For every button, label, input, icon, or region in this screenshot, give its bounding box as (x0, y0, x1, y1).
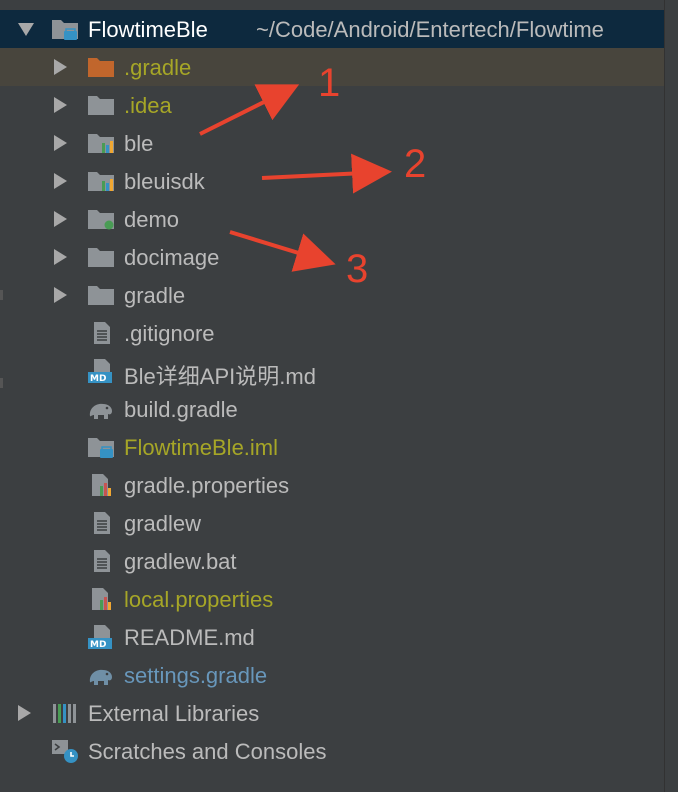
tree-item-label: gradle.properties (124, 473, 290, 498)
chevron-down-icon[interactable] (18, 23, 34, 36)
tree-item-label: .idea (124, 93, 172, 118)
tree-item[interactable]: local.properties (0, 580, 664, 618)
tree-item-label: settings.gradle (124, 663, 268, 688)
tree-item[interactable]: .gradle (0, 48, 664, 86)
chevron-right-icon[interactable] (54, 59, 67, 75)
folder-icon (86, 54, 116, 80)
folder-icon (86, 282, 116, 308)
tree-item[interactable]: gradle.properties (0, 466, 664, 504)
svg-text:MD: MD (90, 640, 106, 650)
tree-item[interactable]: .idea (0, 86, 664, 124)
app-module-icon (86, 206, 116, 232)
tree-item[interactable]: MD Ble详细API说明.md (0, 352, 664, 390)
text-file-icon (86, 320, 116, 346)
tree-item-label: .gitignore (124, 321, 215, 346)
svg-text:MD: MD (90, 374, 106, 384)
tree-item[interactable]: gradlew (0, 504, 664, 542)
chevron-right-icon[interactable] (54, 249, 67, 265)
scrollbar[interactable] (664, 0, 678, 792)
tree-item[interactable]: .gitignore (0, 314, 664, 352)
tree-item-label: local.properties (124, 587, 274, 612)
gradle-elephant-icon (86, 662, 116, 688)
chevron-right-icon[interactable] (54, 287, 67, 303)
tree-item-label: demo (124, 207, 180, 232)
tree-item-label: gradle (124, 283, 186, 308)
tree-item-label: FlowtimeBle (88, 17, 208, 42)
tree-item[interactable]: settings.gradle (0, 656, 664, 694)
tree-item-label: docimage (124, 245, 220, 270)
tree-item-label: External Libraries (88, 701, 260, 726)
tree-item[interactable]: FlowtimeBle.iml (0, 428, 664, 466)
text-file-icon (86, 510, 116, 536)
tree-footer-item[interactable]: External Libraries (0, 694, 664, 732)
tree-item[interactable]: gradle (0, 276, 664, 314)
folder-icon (86, 92, 116, 118)
tree-item[interactable]: build.gradle (0, 390, 664, 428)
left-gutter-mark (0, 378, 3, 388)
text-file-icon (86, 548, 116, 574)
tree-item-label: FlowtimeBle.iml (124, 435, 279, 460)
left-gutter-mark (0, 290, 3, 300)
tree-item-label: gradlew.bat (124, 549, 237, 574)
folder-icon (86, 244, 116, 270)
chevron-right-icon[interactable] (54, 97, 67, 113)
tree-item[interactable]: gradlew.bat (0, 542, 664, 580)
gradle-elephant-icon (86, 396, 116, 422)
properties-file-icon (86, 586, 116, 612)
tree-item-label: Ble详细API说明.md (124, 364, 316, 389)
tree-item-label: Scratches and Consoles (88, 739, 327, 764)
project-path: ~/Code/Android/Entertech/Flowtime (256, 17, 604, 42)
chevron-right-icon[interactable] (54, 173, 67, 189)
tree-item[interactable]: ble (0, 124, 664, 162)
properties-file-icon (86, 472, 116, 498)
tree-item[interactable]: demo (0, 200, 664, 238)
tree-item-label: build.gradle (124, 397, 238, 422)
project-tree: FlowtimeBle ~/Code/Android/Entertech/Flow… (0, 0, 678, 792)
library-module-icon (86, 168, 116, 194)
tree-item-label: ble (124, 131, 154, 156)
tree-item[interactable]: bleuisdk (0, 162, 664, 200)
tree-root-flowtimeble[interactable]: FlowtimeBle ~/Code/Android/Entertech/Flow… (0, 10, 664, 48)
tree-footer-item[interactable]: Scratches and Consoles (0, 732, 664, 770)
tree-item-label: .gradle (124, 55, 192, 80)
chevron-right-icon[interactable] (54, 135, 67, 151)
chevron-right-icon[interactable] (18, 705, 31, 721)
chevron-right-icon[interactable] (54, 211, 67, 227)
tree-item-label: README.md (124, 625, 255, 650)
markdown-file-icon: MD (86, 358, 116, 384)
tree-item-label: bleuisdk (124, 169, 205, 194)
external-libraries-icon (50, 700, 80, 726)
scratches-icon (50, 738, 80, 764)
markdown-file-icon: MD (86, 624, 116, 650)
tree-item[interactable]: MD README.md (0, 618, 664, 656)
tree-item[interactable]: docimage (0, 238, 664, 276)
tree-item-label: gradlew (124, 511, 202, 536)
folder-module-icon (50, 16, 80, 42)
library-module-icon (86, 130, 116, 156)
iml-file-icon (86, 434, 116, 460)
